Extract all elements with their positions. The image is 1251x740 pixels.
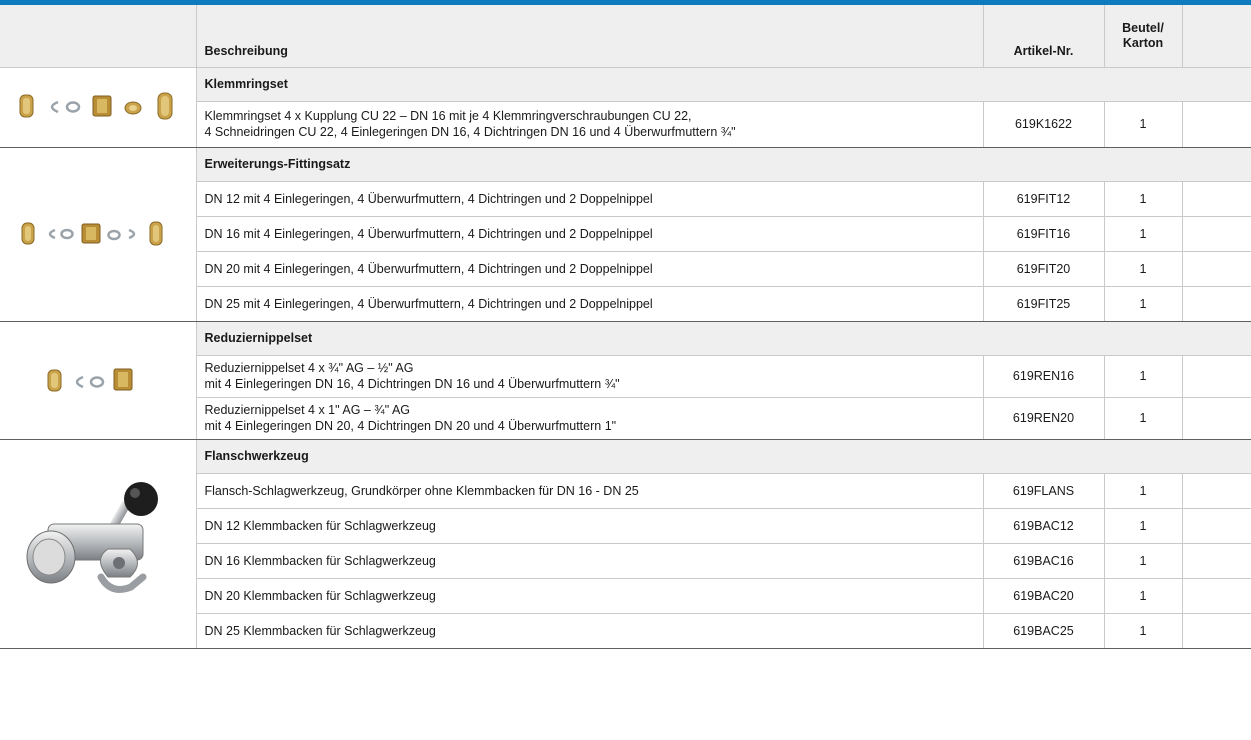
extra-cell xyxy=(1182,613,1251,649)
header-article-number: Artikel-Nr. xyxy=(983,5,1105,68)
extra-cell xyxy=(1182,181,1251,217)
row-description: DN 12 mit 4 Einlegeringen, 4 Überwurfmut… xyxy=(196,181,984,217)
row-description: DN 25 Klemmbacken für Schlagwerkzeug xyxy=(196,613,984,649)
article-number: 619FIT25 xyxy=(983,286,1105,322)
article-number: 619K1622 xyxy=(983,101,1105,148)
bag-carton-qty: 1 xyxy=(1104,181,1183,217)
extra-cell xyxy=(1182,216,1251,252)
group-header-row: Erweiterungs-Fittingsatz xyxy=(0,147,1251,322)
group-title: Flanschwerkzeug xyxy=(196,439,1251,474)
article-number: 619FIT20 xyxy=(983,251,1105,287)
extra-cell xyxy=(1182,508,1251,544)
extra-cell xyxy=(1182,543,1251,579)
product-image-cell xyxy=(0,439,197,649)
article-number: 619BAC12 xyxy=(983,508,1105,544)
product-image-cell xyxy=(0,321,197,440)
row-description: Klemmringset 4 x Kupplung CU 22 – DN 16 … xyxy=(196,101,984,148)
fitting-parts-icon xyxy=(21,221,163,246)
article-number: 619BAC16 xyxy=(983,543,1105,579)
description-line: Reduziernippelset 4 x 1" AG – ¾" AG xyxy=(204,403,411,417)
row-description: DN 20 mit 4 Einlegeringen, 4 Überwurfmut… xyxy=(196,251,984,287)
header-qty-line1: Beutel/ xyxy=(1122,20,1164,35)
row-description: Flansch-Schlagwerkzeug, Grundkörper ohne… xyxy=(196,473,984,509)
row-description: DN 16 Klemmbacken für Schlagwerkzeug xyxy=(196,543,984,579)
group-title: Reduziernippelset xyxy=(196,321,1251,356)
row-description: DN 25 mit 4 Einlegeringen, 4 Überwurfmut… xyxy=(196,286,984,322)
bag-carton-qty: 1 xyxy=(1104,397,1183,440)
description-line: Klemmringset 4 x Kupplung CU 22 – DN 16 … xyxy=(204,109,692,123)
article-number: 619BAC20 xyxy=(983,578,1105,614)
bag-carton-qty: 1 xyxy=(1104,578,1183,614)
bag-carton-qty: 1 xyxy=(1104,613,1183,649)
header-bag-carton: Beutel/ Karton xyxy=(1104,5,1183,68)
description-line: mit 4 Einlegeringen DN 16, 4 Dichtringen… xyxy=(204,377,620,391)
article-number: 619BAC25 xyxy=(983,613,1105,649)
bag-carton-qty: 1 xyxy=(1104,286,1183,322)
extra-cell xyxy=(1182,355,1251,398)
group-header-row: Flanschwerkzeug xyxy=(0,439,1251,649)
row-description: Reduziernippelset 4 x 1" AG – ¾" AG mit … xyxy=(196,397,984,440)
bag-carton-qty: 1 xyxy=(1104,355,1183,398)
product-image-cell xyxy=(0,147,197,322)
row-description: DN 12 Klemmbacken für Schlagwerkzeug xyxy=(196,508,984,544)
bag-carton-qty: 1 xyxy=(1104,251,1183,287)
fitting-parts-icon xyxy=(47,368,133,392)
product-table: Beschreibung Artikel-Nr. Beutel/ Karton xyxy=(0,5,1251,649)
fitting-parts-icon xyxy=(19,92,173,120)
bag-carton-qty: 1 xyxy=(1104,473,1183,509)
extra-cell xyxy=(1182,286,1251,322)
row-description: DN 20 Klemmbacken für Schlagwerkzeug xyxy=(196,578,984,614)
article-number: 619FIT16 xyxy=(983,216,1105,252)
header-image-col xyxy=(0,5,197,68)
extra-cell xyxy=(1182,578,1251,614)
group-header-row: Reduziernippelset xyxy=(0,321,1251,440)
bag-carton-qty: 1 xyxy=(1104,101,1183,148)
article-number: 619FIT12 xyxy=(983,181,1105,217)
article-number: 619REN16 xyxy=(983,355,1105,398)
header-description: Beschreibung xyxy=(196,5,984,68)
bag-carton-qty: 1 xyxy=(1104,508,1183,544)
article-number: 619REN20 xyxy=(983,397,1105,440)
description-line: Reduziernippelset 4 x ¾" AG – ½" AG xyxy=(204,361,414,375)
row-description: DN 16 mit 4 Einlegeringen, 4 Überwurfmut… xyxy=(196,216,984,252)
article-number: 619FLANS xyxy=(983,473,1105,509)
extra-cell xyxy=(1182,101,1251,148)
group-title: Erweiterungs-Fittingsatz xyxy=(196,147,1251,182)
extra-cell xyxy=(1182,397,1251,440)
product-image-cell xyxy=(0,67,197,148)
header-qty-line2: Karton xyxy=(1122,35,1164,50)
table-header-row: Beschreibung Artikel-Nr. Beutel/ Karton xyxy=(0,5,1251,68)
bag-carton-qty: 1 xyxy=(1104,543,1183,579)
extra-cell xyxy=(1182,251,1251,287)
description-line: mit 4 Einlegeringen DN 20, 4 Dichtringen… xyxy=(204,419,617,433)
description-line: 4 Schneidringen CU 22, 4 Einlegeringen D… xyxy=(204,125,736,139)
group-title: Klemmringset xyxy=(196,67,1251,102)
row-description: Reduziernippelset 4 x ¾" AG – ½" AG mit … xyxy=(196,355,984,398)
extra-cell xyxy=(1182,473,1251,509)
bag-carton-qty: 1 xyxy=(1104,216,1183,252)
header-extra-col xyxy=(1182,5,1251,68)
group-header-row: Klemmringset xyxy=(0,67,1251,148)
flange-tool-icon xyxy=(26,481,158,593)
